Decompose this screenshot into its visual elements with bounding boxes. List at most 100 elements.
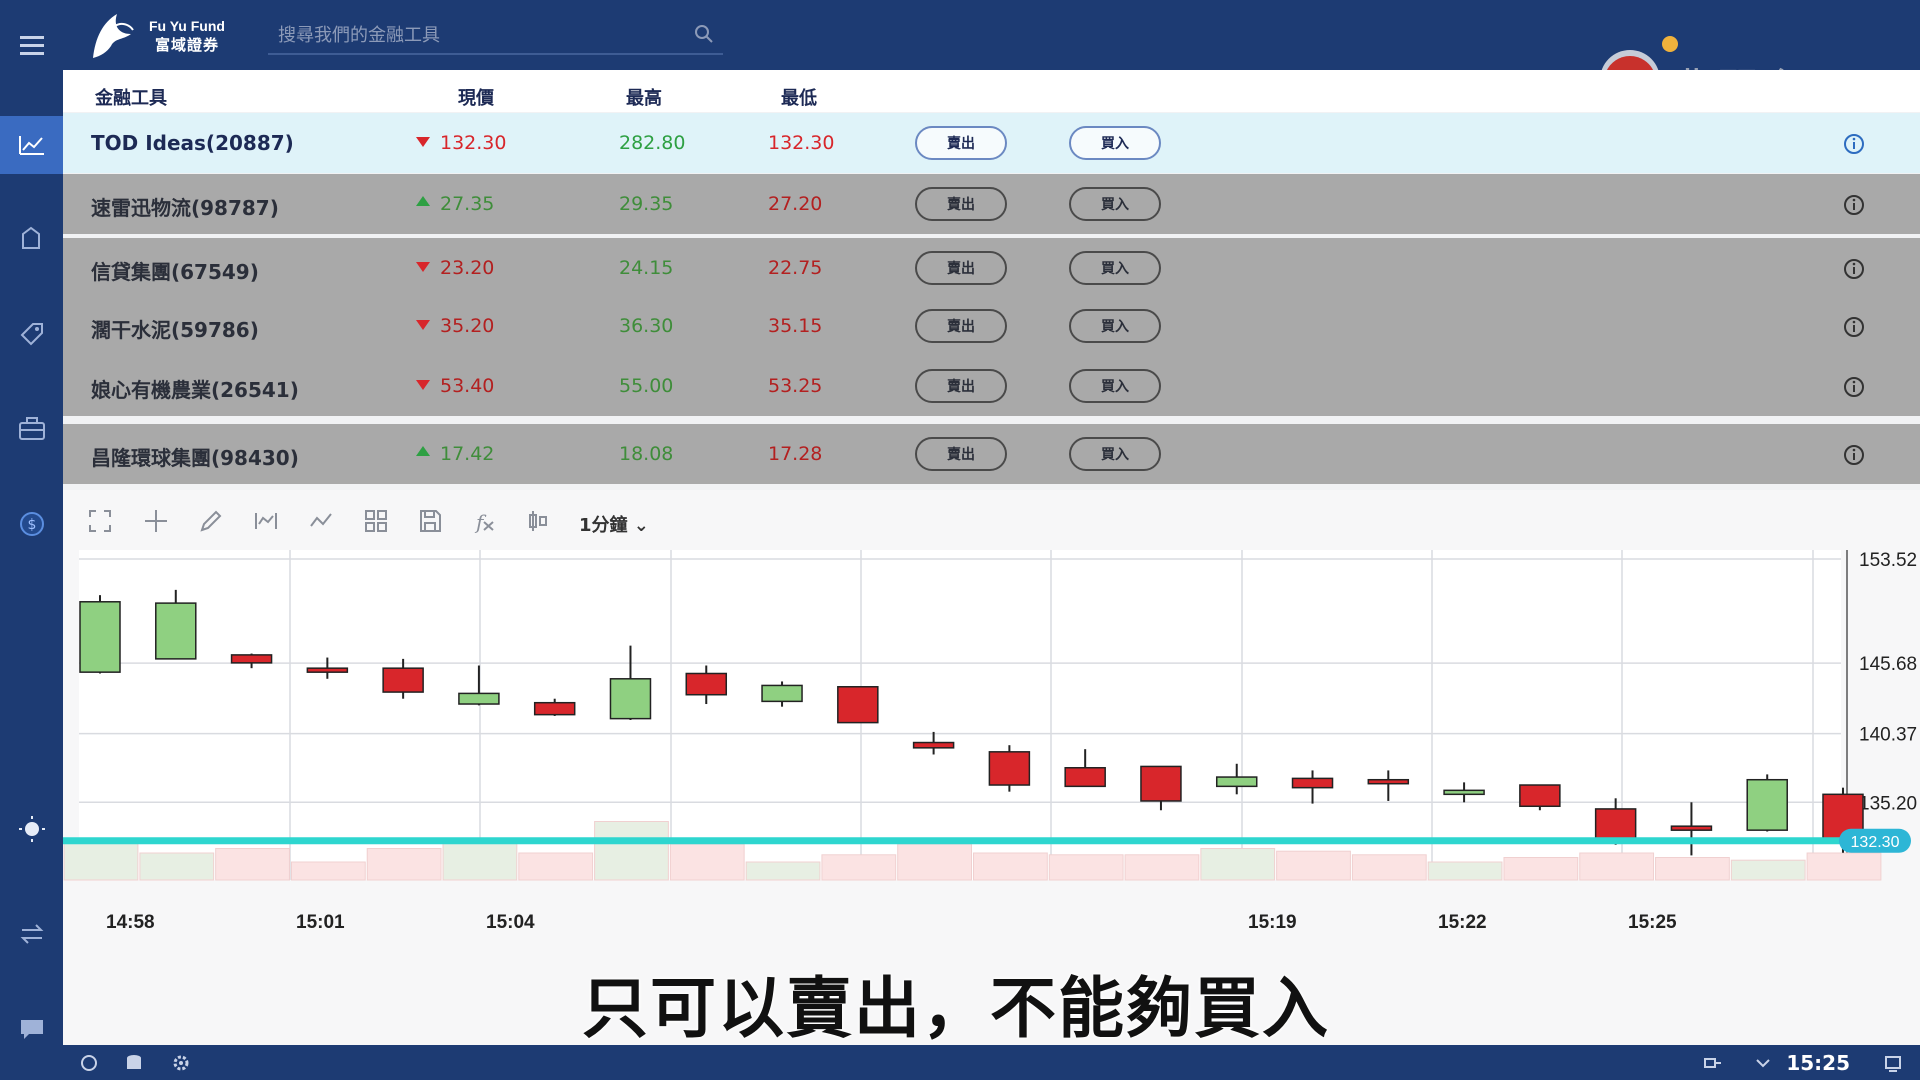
trend-icon[interactable] <box>308 508 334 534</box>
instrument-name[interactable]: 信貸集團(67549) <box>91 256 259 285</box>
high-price: 36.30 <box>619 315 674 337</box>
table-row[interactable]: TOD Ideas(20887) 132.30 282.80 132.30 賣出 買入 <box>63 113 1920 173</box>
table-row[interactable]: 昌隆環球集團(98430) 17.42 18.08 17.28 賣出 買入 <box>63 424 1920 484</box>
sell-button[interactable]: 賣出 <box>915 369 1007 403</box>
candle-body[interactable] <box>685 672 728 696</box>
info-icon[interactable] <box>1842 375 1866 399</box>
buy-button[interactable]: 買入 <box>1069 309 1161 343</box>
candle-body[interactable] <box>1519 784 1561 808</box>
candle-body[interactable] <box>1291 777 1334 789</box>
search-box[interactable] <box>268 17 723 55</box>
candle-body[interactable] <box>155 602 197 660</box>
info-icon[interactable] <box>1842 132 1866 156</box>
header-high: 最高 <box>626 88 662 109</box>
candle-body[interactable] <box>837 686 879 724</box>
sell-button[interactable]: 賣出 <box>915 251 1007 285</box>
volume-bar <box>215 848 290 881</box>
settings-icon[interactable] <box>171 1053 191 1073</box>
buy-button[interactable]: 買入 <box>1069 251 1161 285</box>
buy-button[interactable]: 買入 <box>1069 437 1161 471</box>
candle-body[interactable] <box>382 667 424 693</box>
table-row[interactable]: 濶干水泥(59786) 35.20 36.30 35.15 賣出 買入 <box>63 296 1920 356</box>
candle-body[interactable] <box>1064 767 1106 788</box>
brightness-icon[interactable] <box>0 800 63 858</box>
candle-body[interactable] <box>1215 776 1258 788</box>
search-input[interactable] <box>276 21 680 49</box>
candle-body[interactable] <box>761 684 803 703</box>
sell-button[interactable]: 賣出 <box>915 309 1007 343</box>
sell-button[interactable]: 賣出 <box>915 126 1007 160</box>
pencil-icon[interactable] <box>198 508 224 534</box>
buy-button[interactable]: 買入 <box>1069 126 1161 160</box>
arrow-up-icon <box>416 446 430 456</box>
table-row[interactable]: 速雷迅物流(98787) 27.35 29.35 27.20 賣出 買入 <box>63 174 1920 234</box>
current-price: 53.40 <box>440 375 495 397</box>
instrument-name[interactable]: 濶干水泥(59786) <box>91 314 259 343</box>
info-icon[interactable] <box>1842 257 1866 281</box>
search-icon[interactable] <box>693 23 715 45</box>
table-row[interactable]: 娘心有機農業(26541) 53.40 55.00 53.25 賣出 買入 <box>63 356 1920 416</box>
candle-body[interactable] <box>1746 778 1788 831</box>
candle-body[interactable] <box>230 654 273 664</box>
database-icon[interactable] <box>124 1053 144 1073</box>
table-row[interactable]: 信貸集團(67549) 23.20 24.15 22.75 賣出 買入 <box>63 238 1920 298</box>
svg-text:$: $ <box>27 517 36 533</box>
plot-background <box>79 550 1841 880</box>
volume-bar <box>669 843 745 881</box>
chat-icon[interactable] <box>0 1000 63 1058</box>
volume-bar <box>897 843 973 881</box>
candle-body[interactable] <box>1140 765 1182 802</box>
candle-body[interactable] <box>1670 825 1713 831</box>
candle-body[interactable] <box>306 667 349 673</box>
crosshair-icon[interactable] <box>143 508 169 534</box>
buy-button[interactable]: 買入 <box>1069 369 1161 403</box>
sell-button[interactable]: 賣出 <box>915 437 1007 471</box>
instrument-name[interactable]: 娘心有機農業(26541) <box>91 374 299 403</box>
candle-body[interactable] <box>1443 789 1485 796</box>
info-icon[interactable] <box>1842 315 1866 339</box>
candle-body[interactable] <box>79 601 121 673</box>
dollar-icon[interactable]: $ <box>0 495 63 553</box>
x-tick-label: 15:19 <box>1248 912 1297 933</box>
last-price-label: 132.30 <box>1851 834 1900 851</box>
refresh-icon[interactable] <box>0 210 63 268</box>
volume-bar <box>1200 848 1276 881</box>
candle-type-icon[interactable] <box>525 508 551 534</box>
tag-icon[interactable] <box>0 305 63 363</box>
x-tick-label: 15:25 <box>1628 912 1677 933</box>
sell-button[interactable]: 賣出 <box>915 187 1007 221</box>
function-icon[interactable]: f <box>471 508 497 534</box>
info-icon[interactable] <box>1842 443 1866 467</box>
menu-icon[interactable] <box>0 16 63 74</box>
volume-bar <box>1276 850 1351 881</box>
grid-icon[interactable] <box>363 508 389 534</box>
chevron-down-icon[interactable] <box>1753 1053 1773 1073</box>
candle-body[interactable] <box>533 701 576 716</box>
swap-icon[interactable] <box>0 905 63 963</box>
candle-body[interactable] <box>988 751 1031 786</box>
interval-select[interactable]: 1分鐘 ⌄ <box>579 511 649 537</box>
notification-icon[interactable] <box>1883 1053 1903 1073</box>
candle-body[interactable] <box>912 741 955 749</box>
save-icon[interactable] <box>417 508 443 534</box>
volume-bar <box>442 839 518 881</box>
candle-body[interactable] <box>1594 808 1637 842</box>
candle-body[interactable] <box>609 678 652 720</box>
info-icon[interactable] <box>1842 193 1866 217</box>
system-clock: 15:25 <box>1786 1051 1850 1075</box>
instrument-name[interactable]: 昌隆環球集團(98430) <box>91 442 299 471</box>
instrument-name[interactable]: TOD Ideas(20887) <box>91 131 294 155</box>
briefcase-icon[interactable] <box>0 400 63 458</box>
low-price: 35.15 <box>768 315 823 337</box>
buy-button[interactable]: 買入 <box>1069 187 1161 221</box>
volume-bar <box>366 848 442 881</box>
circle-icon[interactable] <box>79 1053 99 1073</box>
volume-bar <box>1806 852 1882 881</box>
fullscreen-icon[interactable] <box>87 508 113 534</box>
candle-body[interactable] <box>1367 778 1410 785</box>
candle-body[interactable] <box>458 692 500 705</box>
range-icon[interactable] <box>253 508 279 534</box>
x-tick-label: 15:01 <box>296 912 345 933</box>
chart-icon[interactable] <box>0 116 63 174</box>
instrument-name[interactable]: 速雷迅物流(98787) <box>91 192 279 221</box>
